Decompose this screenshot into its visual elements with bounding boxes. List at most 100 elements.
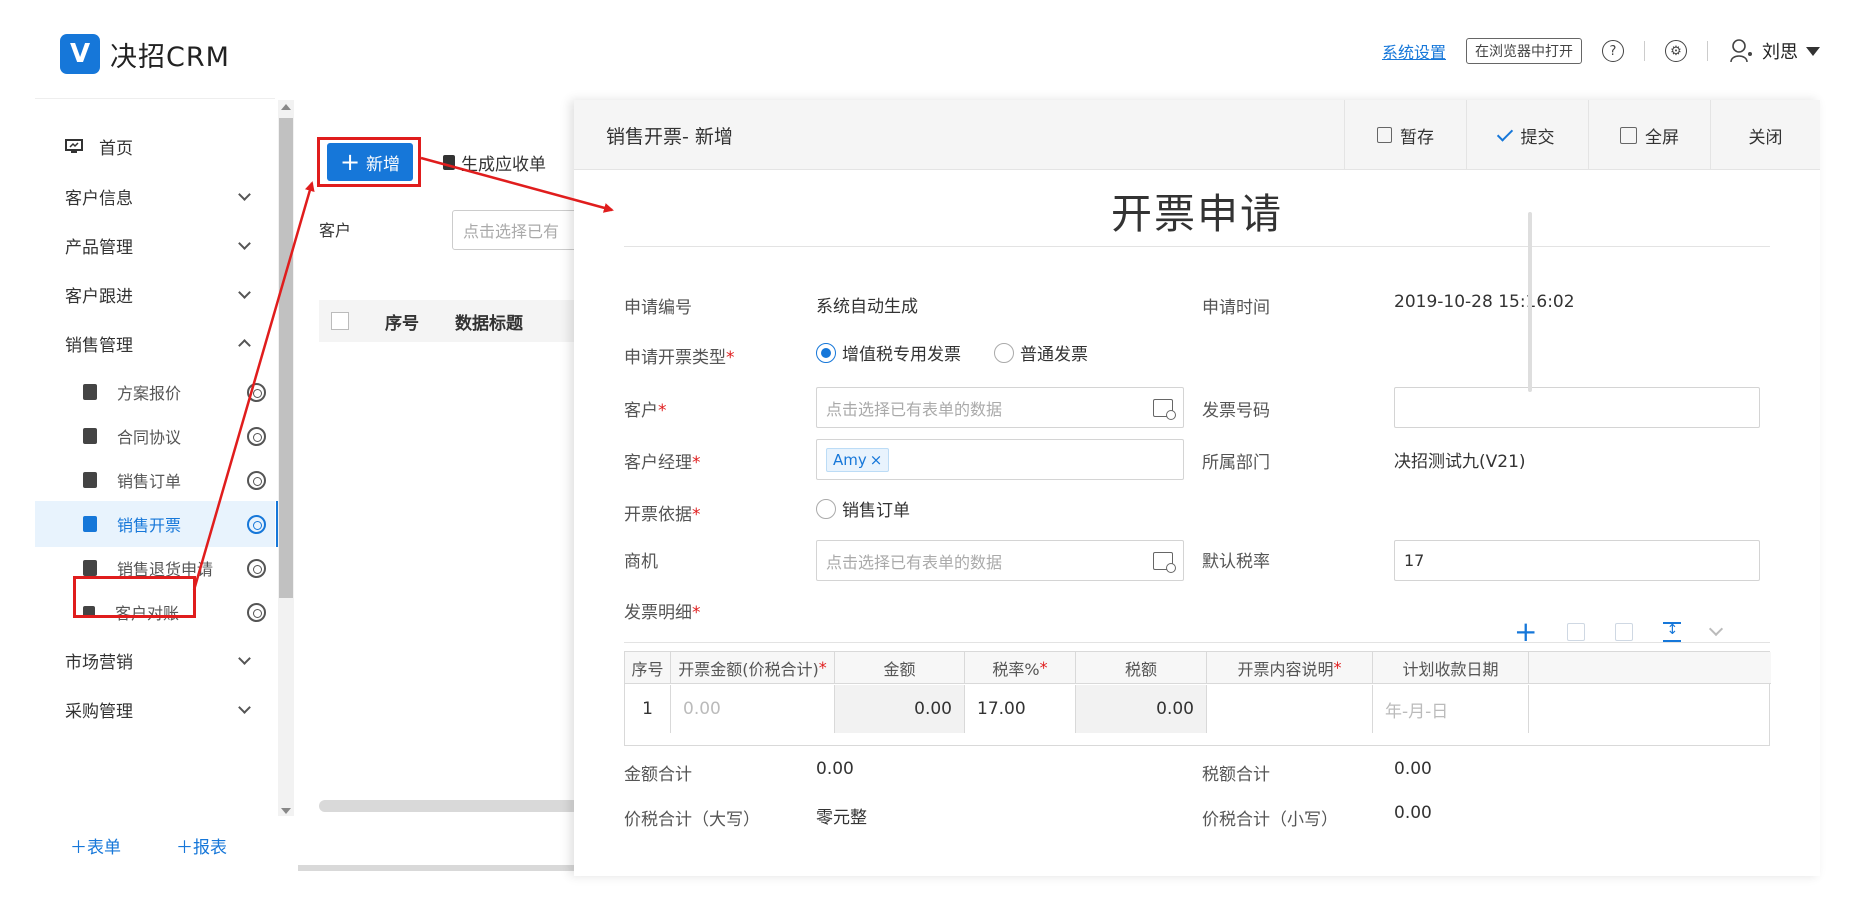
cell-index: 1 (625, 685, 671, 733)
customer-filter-input[interactable]: 点击选择已有 (452, 210, 592, 250)
gear-icon[interactable] (247, 515, 266, 534)
system-settings-link[interactable]: 系统设置 (1382, 39, 1446, 63)
sidebar-item-label: 市场营销 (65, 652, 133, 673)
gear-icon[interactable] (247, 427, 266, 446)
question-circle-icon[interactable]: ? (1602, 40, 1624, 62)
radio-selected-icon (816, 342, 836, 363)
sidebar-item-sales[interactable]: 销售管理 (35, 320, 275, 366)
sidebar-scrollbar-thumb[interactable] (279, 118, 293, 598)
sidebar-subitem-contract[interactable]: 合同协议 (35, 413, 275, 459)
home-icon (65, 139, 83, 153)
tax-rate-label: 默认税率 (1202, 552, 1270, 572)
sidebar-subitem-sales-order[interactable]: 销售订单 (35, 457, 275, 503)
column-header-text: 税率% (992, 659, 1040, 679)
manager-tag[interactable]: Amy × (826, 447, 890, 472)
close-label: 关闭 (1748, 127, 1783, 148)
column-header-title: 数据标题 (455, 313, 523, 334)
annotation-highlight-box (317, 137, 421, 187)
save-draft-button[interactable]: 暂存 (1344, 100, 1466, 170)
invoice-modal: 销售开票- 新增 暂存 提交 全屏 关闭 开票申请 申请编号 系统自动生成 申请… (574, 100, 1820, 876)
tax-rate-input[interactable]: 17 (1394, 540, 1760, 581)
tag-remove-icon[interactable]: × (870, 451, 883, 469)
opportunity-picker-input[interactable]: 点击选择已有表单的数据 (816, 540, 1184, 581)
manager-tag-input[interactable]: Amy × (816, 439, 1184, 480)
required-mark: * (692, 603, 701, 623)
invoice-type-radio-normal[interactable]: 普通发票 (994, 340, 1088, 365)
required-mark: * (818, 658, 827, 677)
invoice-no-input[interactable] (1394, 387, 1760, 428)
customer-picker-input[interactable]: 点击选择已有表单的数据 (816, 387, 1184, 428)
sidebar-item-home[interactable]: 首页 (35, 123, 275, 169)
cell-description-input[interactable] (1207, 685, 1373, 733)
customer-label-text: 客户 (624, 401, 658, 421)
gear-icon[interactable] (247, 383, 266, 402)
cell-invoice-amount-input[interactable]: 0.00 (671, 685, 835, 733)
opportunity-label: 商机 (624, 552, 658, 572)
column-header-index: 序号 (385, 313, 419, 334)
modal-scrollbar[interactable] (1528, 212, 1532, 392)
required-mark: * (692, 453, 701, 473)
column-header-tax-rate: 税率% * (965, 652, 1076, 683)
manager-label: 客户经理* (624, 448, 701, 473)
invoice-type-radio-vat[interactable]: 增值税专用发票 (816, 340, 961, 365)
check-icon (1496, 124, 1513, 142)
sidebar-item-purchasing[interactable]: 采购管理 (35, 686, 275, 732)
invoice-type-label-text: 申请开票类型 (624, 348, 726, 368)
sidebar-item-marketing[interactable]: 市场营销 (35, 637, 275, 683)
copy-row-icon[interactable] (1567, 623, 1586, 641)
return-icon (83, 560, 97, 576)
close-button[interactable]: 关闭 (1710, 100, 1820, 170)
sidebar-subitem-sales-invoice[interactable]: 销售开票 (35, 501, 279, 547)
gear-icon[interactable] (247, 559, 266, 578)
customer-label: 客户* (624, 396, 667, 421)
column-header-description: 开票内容说明 * (1207, 652, 1373, 683)
insert-row-icon[interactable] (1663, 622, 1682, 642)
picker-icon[interactable] (1153, 399, 1176, 420)
gear-icon[interactable] (247, 471, 266, 490)
submit-button[interactable]: 提交 (1466, 100, 1588, 170)
sidebar-item-customer-info[interactable]: 客户信息 (35, 173, 275, 219)
fullscreen-button[interactable]: 全屏 (1588, 100, 1710, 170)
add-report-button[interactable]: ＋ 报表 (176, 833, 227, 858)
basis-radio-sales-order[interactable]: 销售订单 (816, 496, 910, 521)
cell-empty (1529, 685, 1769, 733)
app-logo[interactable]: V 决招CRM (60, 34, 230, 74)
apply-no-label: 申请编号 (624, 298, 692, 318)
picker-icon[interactable] (1153, 552, 1176, 573)
sidebar-item-follow-up[interactable]: 客户跟进 (35, 271, 275, 317)
horizontal-scrollbar[interactable] (319, 800, 579, 812)
order-icon (83, 472, 97, 488)
delete-row-icon[interactable] (1615, 623, 1634, 641)
sidebar-item-label: 销售管理 (65, 335, 133, 356)
chevron-down-icon (238, 652, 251, 665)
scroll-up-icon[interactable] (281, 104, 291, 110)
horizontal-scrollbar-track[interactable] (298, 865, 588, 871)
user-menu[interactable]: 刘思 (1728, 38, 1820, 64)
open-in-browser-button[interactable]: 在浏览器中打开 (1466, 38, 1582, 64)
generate-receivable-label: 生成应收单 (461, 155, 546, 175)
basis-label: 开票依据* (624, 500, 701, 525)
detail-label-text: 发票明细 (624, 603, 692, 623)
gear-icon[interactable]: ⚙ (1665, 40, 1687, 62)
radio-unselected-icon (816, 498, 836, 519)
chevron-down-icon[interactable] (1709, 621, 1724, 637)
column-header-text: 开票内容说明 (1237, 659, 1334, 679)
column-header-empty (1529, 652, 1769, 683)
modal-header: 销售开票- 新增 暂存 提交 全屏 关闭 (574, 100, 1820, 170)
select-all-checkbox[interactable] (331, 312, 349, 330)
sidebar-footer: ＋ 表单 ＋ 报表 (35, 825, 275, 865)
sidebar-subitem-quotation[interactable]: 方案报价 (35, 369, 275, 415)
gear-icon[interactable] (247, 603, 266, 622)
column-header-amount: 金额 (835, 652, 965, 683)
required-mark: * (1039, 658, 1048, 677)
cell-tax-rate-input[interactable]: 17.00 (965, 685, 1076, 733)
add-form-button[interactable]: ＋ 表单 (70, 833, 121, 858)
column-header-date: 计划收款日期 (1373, 652, 1529, 683)
cell-date-picker[interactable]: 年-月-日 (1373, 685, 1529, 733)
header-actions: 系统设置 在浏览器中打开 ? ⚙ 刘思 (1382, 38, 1820, 64)
scroll-down-icon[interactable] (281, 808, 291, 814)
sidebar-item-product[interactable]: 产品管理 (35, 222, 275, 268)
tax-total-label: 税额合计 (1202, 765, 1270, 785)
generate-receivable-button[interactable]: 生成应收单 (443, 150, 546, 175)
top-header: V 决招CRM 系统设置 在浏览器中打开 ? ⚙ 刘思 (0, 0, 1850, 98)
